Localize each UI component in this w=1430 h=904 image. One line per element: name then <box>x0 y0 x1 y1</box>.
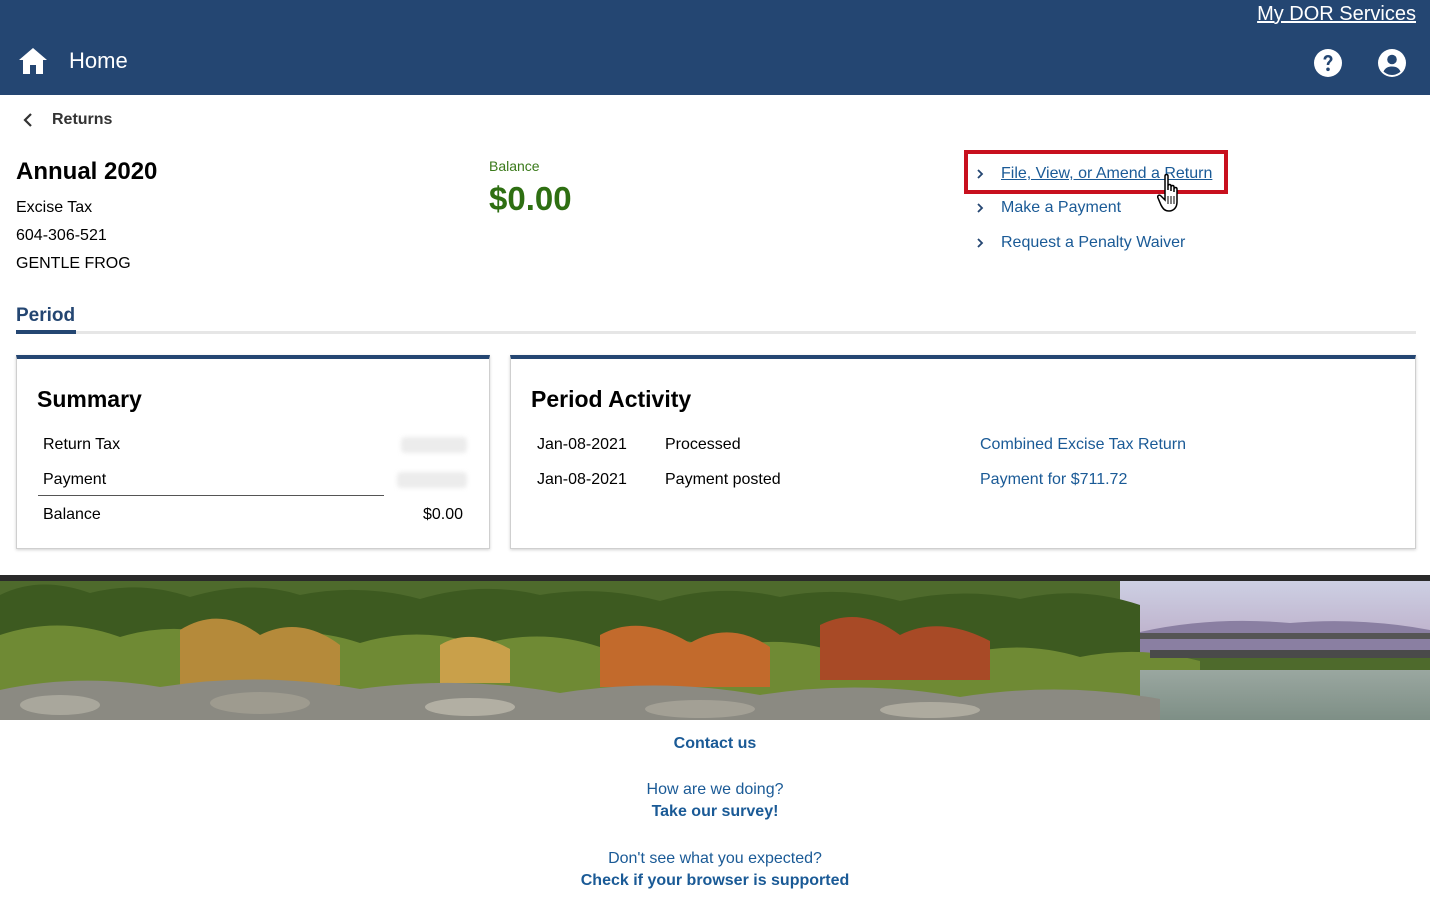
payment-value-redacted <box>397 472 467 488</box>
home-icon <box>19 48 47 74</box>
account-name: GENTLE FROG <box>16 255 131 272</box>
account-icon[interactable] <box>1377 48 1407 78</box>
balance-value: $0.00 <box>489 180 572 217</box>
return-tax-value-redacted <box>401 437 467 453</box>
home-button[interactable]: Home <box>18 46 128 76</box>
back-label: Returns <box>52 111 113 128</box>
tab-period[interactable]: Period <box>16 305 75 327</box>
account-id: 604-306-521 <box>16 227 107 244</box>
how-are-we-doing-text: How are we doing? <box>646 781 784 798</box>
request-penalty-waiver-link[interactable]: Request a Penalty Waiver <box>975 234 1185 252</box>
summary-title: Summary <box>37 386 142 412</box>
tab-divider <box>16 331 1416 334</box>
activity-date: Jan-08-2021 <box>537 436 627 453</box>
activity-status: Processed <box>665 436 741 453</box>
take-survey-link[interactable]: Take our survey! <box>0 803 1430 821</box>
river-landscape-banner <box>0 575 1430 720</box>
my-dor-services-link[interactable]: My DOR Services <box>1257 3 1416 26</box>
chevron-left-icon <box>23 113 32 127</box>
summary-card: Summary Return Tax Payment Balance $0.00 <box>16 355 490 549</box>
activity-date: Jan-08-2021 <box>537 471 627 488</box>
back-to-returns[interactable]: Returns <box>20 111 112 129</box>
balance-label: Balance <box>489 158 540 174</box>
make-payment-link[interactable]: Make a Payment <box>975 199 1121 217</box>
help-icon[interactable] <box>1313 48 1343 78</box>
tax-type: Excise Tax <box>16 199 93 216</box>
period-activity-title: Period Activity <box>531 386 692 412</box>
hand-pointer-cursor-icon <box>1157 173 1178 212</box>
active-tab-indicator <box>16 330 76 334</box>
summary-divider <box>38 495 384 496</box>
payment-label: Payment <box>43 471 107 488</box>
home-label: Home <box>69 48 128 73</box>
return-tax-label: Return Tax <box>43 436 121 453</box>
period-activity-card: Period Activity Jan-08-2021 Processed Co… <box>510 355 1416 549</box>
top-nav-bar: My DOR Services Home <box>0 0 1430 95</box>
activity-status: Payment posted <box>665 471 781 488</box>
request-penalty-waiver-label: Request a Penalty Waiver <box>1001 234 1186 251</box>
contact-us-link[interactable]: Contact us <box>0 735 1430 753</box>
make-payment-label: Make a Payment <box>1001 199 1122 216</box>
chevron-right-icon <box>977 238 984 248</box>
page-title: Annual 2020 <box>16 158 158 185</box>
balance-row-value: $0.00 <box>422 506 463 523</box>
dont-see-expected-text: Don't see what you expected? <box>608 850 822 867</box>
check-browser-link[interactable]: Check if your browser is supported <box>0 872 1430 890</box>
payment-link[interactable]: Payment for $711.72 <box>980 471 1127 489</box>
chevron-right-icon <box>977 203 984 213</box>
balance-row-label: Balance <box>43 506 101 523</box>
combined-excise-tax-return-link[interactable]: Combined Excise Tax Return <box>980 436 1186 454</box>
